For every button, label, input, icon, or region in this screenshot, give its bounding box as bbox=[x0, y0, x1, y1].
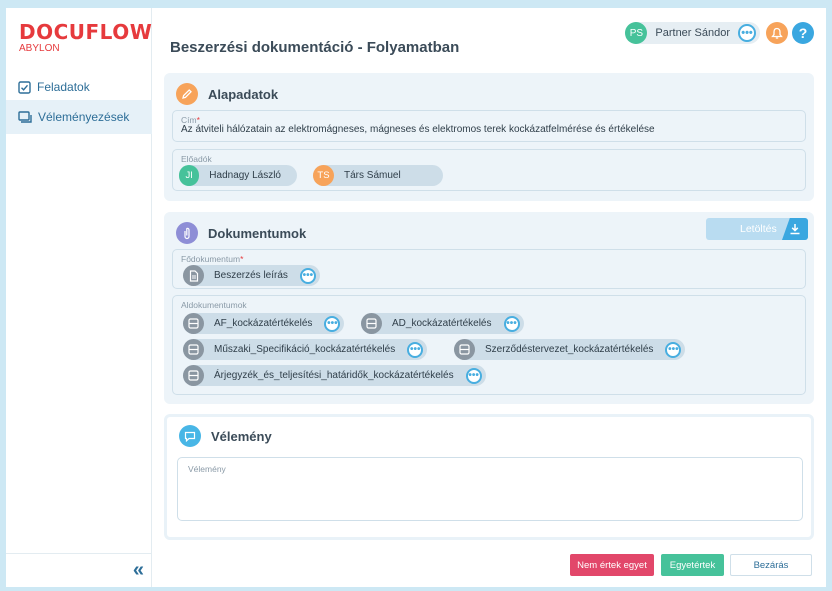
document-chip[interactable]: Árjegyzék_és_teljesítési_határidők_kocká… bbox=[183, 365, 486, 386]
user-area: PS Partner Sándor ••• ? bbox=[625, 22, 814, 44]
velemeny-header: Vélemény bbox=[179, 425, 272, 447]
archive-icon bbox=[183, 339, 204, 360]
cim-field: Cím* Az átviteli hálózatain az elektromá… bbox=[172, 110, 806, 142]
docuflow-logo: DOCUFLOW ABYLON bbox=[19, 22, 152, 54]
dokumentumok-header: Dokumentumok bbox=[176, 222, 306, 244]
user-chip[interactable]: PS Partner Sándor ••• bbox=[625, 22, 760, 44]
file-icon bbox=[183, 265, 204, 286]
download-label: Letöltés bbox=[740, 223, 777, 235]
document-name: Árjegyzék_és_teljesítési_határidők_kocká… bbox=[214, 370, 454, 381]
presenter-name: Társ Sámuel bbox=[344, 170, 401, 181]
app-window: DOCUFLOW ABYLON Feladatok Véleményezések… bbox=[6, 8, 826, 587]
double-chevron-left-icon: « bbox=[132, 559, 144, 581]
eloadok-field: Előadók JI Hadnagy László TS Társ Sámuel bbox=[172, 149, 806, 191]
task-check-icon bbox=[18, 80, 31, 94]
document-more-button[interactable]: ••• bbox=[465, 367, 482, 384]
document-more-button[interactable]: ••• bbox=[299, 267, 316, 284]
eloadok-label: Előadók bbox=[181, 154, 212, 164]
alapadatok-header: Alapadatok bbox=[176, 83, 278, 105]
sidebar-item-feladatok[interactable]: Feladatok bbox=[6, 70, 152, 104]
document-name: Szerződéstervezet_kockázatértékelés bbox=[485, 344, 654, 355]
velemeny-placeholder: Vélemény bbox=[188, 464, 226, 474]
document-more-button[interactable]: ••• bbox=[324, 315, 341, 332]
pencil-icon bbox=[176, 83, 198, 105]
user-more-button[interactable]: ••• bbox=[738, 24, 756, 42]
archive-icon bbox=[183, 365, 204, 386]
close-button[interactable]: Bezárás bbox=[730, 554, 812, 576]
help-button[interactable]: ? bbox=[792, 22, 814, 44]
logo-text: DOCUFLOW bbox=[19, 20, 153, 44]
avatar: PS bbox=[625, 22, 648, 44]
notification-bell-button[interactable] bbox=[766, 22, 788, 44]
archive-icon bbox=[183, 313, 204, 334]
document-chip[interactable]: AD_kockázatértékelés ••• bbox=[361, 313, 524, 334]
document-name: Beszerzés leírás bbox=[214, 270, 288, 281]
bell-icon bbox=[771, 27, 783, 39]
avatar: JI bbox=[179, 165, 200, 186]
dokumentumok-card: Dokumentumok Letöltés Fődokumentum* Besz… bbox=[164, 212, 814, 404]
document-more-button[interactable]: ••• bbox=[407, 341, 424, 358]
fodokumentum-field: Fődokumentum* Beszerzés leírás ••• bbox=[172, 249, 806, 289]
aldokumentumok-field: Aldokumentumok AF_kockázatértékelés ••• … bbox=[172, 295, 806, 395]
reject-button[interactable]: Nem értek egyet bbox=[570, 554, 654, 576]
sidebar-item-velemenyezesek[interactable]: Véleményezések bbox=[6, 100, 152, 134]
alapadatok-title: Alapadatok bbox=[208, 86, 279, 102]
sidebar-item-label: Feladatok bbox=[37, 80, 90, 94]
sidebar: DOCUFLOW ABYLON Feladatok Véleményezések… bbox=[6, 8, 152, 587]
review-chat-icon bbox=[18, 110, 32, 123]
paperclip-icon bbox=[176, 222, 198, 244]
document-chip[interactable]: AF_kockázatértékelés ••• bbox=[183, 313, 345, 334]
document-more-button[interactable]: ••• bbox=[503, 315, 520, 332]
cim-value: Az átviteli hálózatain az elektromágnese… bbox=[181, 124, 655, 135]
document-name: AF_kockázatértékelés bbox=[214, 318, 313, 329]
user-name: Partner Sándor bbox=[655, 27, 730, 39]
presenter-name: Hadnagy László bbox=[209, 170, 281, 181]
archive-icon bbox=[361, 313, 382, 334]
document-more-button[interactable]: ••• bbox=[665, 341, 682, 358]
velemeny-textarea[interactable]: Vélemény bbox=[177, 457, 803, 521]
document-chip[interactable]: Szerződéstervezet_kockázatértékelés ••• bbox=[454, 339, 686, 360]
alapadatok-card: Alapadatok Cím* Az átviteli hálózatain a… bbox=[164, 73, 814, 201]
page-title: Beszerzési dokumentáció - Folyamatban bbox=[170, 39, 460, 56]
presenter-chip[interactable]: JI Hadnagy László bbox=[179, 165, 297, 186]
document-chip[interactable]: Műszaki_Specifikáció_kockázatértékelés •… bbox=[183, 339, 428, 360]
comment-icon bbox=[179, 425, 201, 447]
velemeny-title: Vélemény bbox=[211, 428, 272, 444]
document-name: AD_kockázatértékelés bbox=[392, 318, 492, 329]
document-name: Műszaki_Specifikáció_kockázatértékelés bbox=[214, 344, 396, 355]
archive-icon bbox=[454, 339, 475, 360]
aldokumentumok-label: Aldokumentumok bbox=[181, 300, 247, 310]
logo-subtext: ABYLON bbox=[19, 43, 60, 54]
velemeny-card: Vélemény Vélemény bbox=[164, 414, 814, 540]
sidebar-item-label: Véleményezések bbox=[38, 110, 130, 124]
dokumentumok-title: Dokumentumok bbox=[208, 225, 307, 241]
agree-button[interactable]: Egyetértek bbox=[661, 554, 724, 576]
presenter-chip[interactable]: TS Társ Sámuel bbox=[313, 165, 443, 186]
collapse-sidebar-button[interactable]: « bbox=[6, 553, 152, 587]
download-icon bbox=[782, 218, 808, 240]
document-chip[interactable]: Beszerzés leírás ••• bbox=[183, 265, 320, 286]
fodokumentum-label: Fődokumentum* bbox=[181, 254, 244, 264]
download-button[interactable]: Letöltés bbox=[706, 218, 808, 240]
avatar: TS bbox=[313, 165, 334, 186]
